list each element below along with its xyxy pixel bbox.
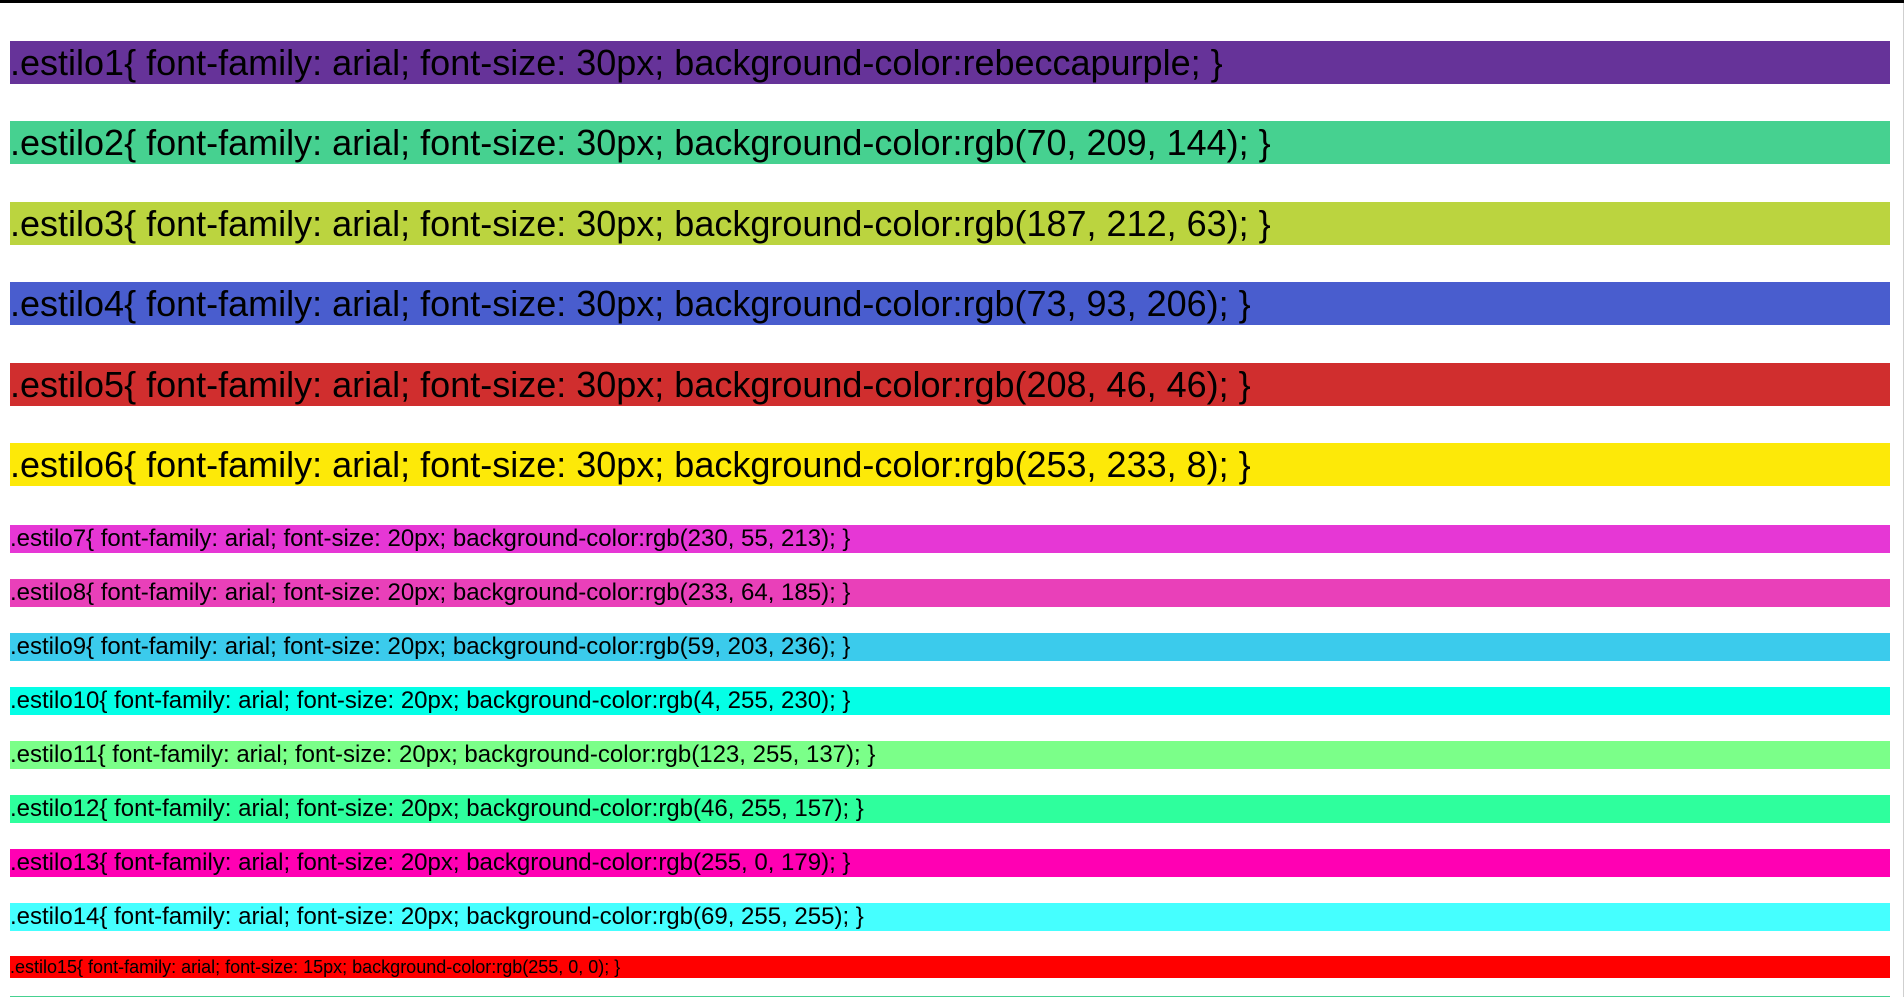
estilo4-bar: .estilo4{ font-family: arial; font-size:…	[10, 282, 1890, 325]
estilo9-bar: .estilo9{ font-family: arial; font-size:…	[10, 633, 1890, 661]
estilo11-bar: .estilo11{ font-family: arial; font-size…	[10, 741, 1890, 769]
estilo1-bar: .estilo1{ font-family: arial; font-size:…	[10, 41, 1890, 84]
estilo7-bar: .estilo7{ font-family: arial; font-size:…	[10, 525, 1890, 553]
estilo8-bar: .estilo8{ font-family: arial; font-size:…	[10, 579, 1890, 607]
estilo15-bar: .estilo15{ font-family: arial; font-size…	[10, 956, 1890, 978]
estilo12-bar: .estilo12{ font-family: arial; font-size…	[10, 795, 1890, 823]
estilo14-bar: .estilo14{ font-family: arial; font-size…	[10, 903, 1890, 931]
estilo3-bar: .estilo3{ font-family: arial; font-size:…	[10, 202, 1890, 245]
estilo6-bar: .estilo6{ font-family: arial; font-size:…	[10, 443, 1890, 486]
estilo5-bar: .estilo5{ font-family: arial; font-size:…	[10, 363, 1890, 406]
window-top-border	[0, 0, 1904, 3]
estilo13-bar: .estilo13{ font-family: arial; font-size…	[10, 849, 1890, 877]
estilo10-bar: .estilo10{ font-family: arial; font-size…	[10, 687, 1890, 715]
estilo2-bar: .estilo2{ font-family: arial; font-size:…	[10, 121, 1890, 164]
